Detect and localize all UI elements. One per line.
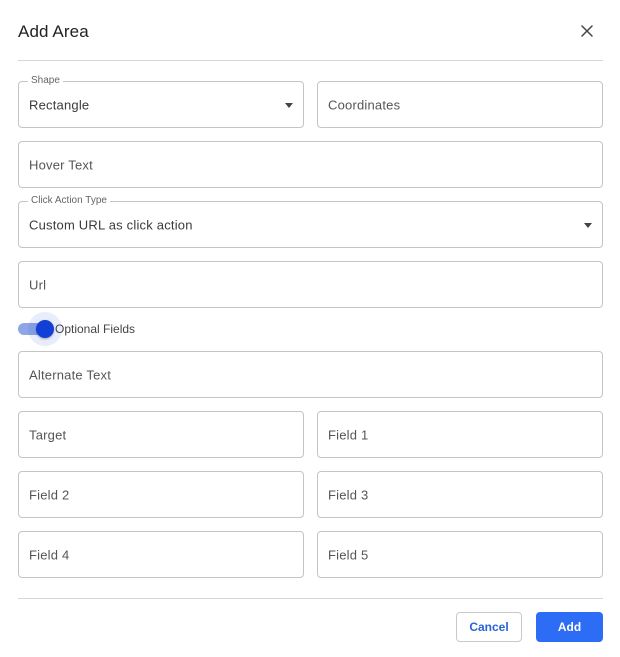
alternate-text-placeholder: Alternate Text	[29, 367, 112, 382]
shape-label: Shape	[28, 75, 63, 87]
dropdown-arrow-icon	[285, 102, 293, 108]
optional-fields-label: Optional Fields	[55, 322, 136, 336]
field-4-placeholder: Field 4	[29, 547, 70, 562]
url-placeholder: Url	[29, 277, 47, 292]
footer-divider	[18, 598, 603, 599]
field-2-input[interactable]: Field 2	[18, 471, 304, 518]
close-icon	[581, 25, 593, 37]
field-5-input[interactable]: Field 5	[317, 531, 603, 578]
field-4-input[interactable]: Field 4	[18, 531, 304, 578]
hover-text-input[interactable]: Hover Text	[18, 141, 603, 188]
header-divider	[18, 60, 603, 61]
cancel-button[interactable]: Cancel	[456, 612, 522, 642]
click-action-type-select[interactable]: Click Action Type Custom URL as click ac…	[18, 195, 603, 248]
target-placeholder: Target	[29, 427, 67, 442]
coordinates-placeholder: Coordinates	[328, 97, 401, 112]
click-action-type-value: Custom URL as click action	[29, 217, 193, 232]
dialog-title: Add Area	[18, 22, 89, 41]
field-3-placeholder: Field 3	[328, 487, 369, 502]
url-input[interactable]: Url	[18, 261, 603, 308]
field-2-placeholder: Field 2	[29, 487, 70, 502]
hover-text-placeholder: Hover Text	[29, 157, 93, 172]
coordinates-input[interactable]: Coordinates	[317, 81, 603, 128]
shape-value: Rectangle	[29, 97, 90, 112]
field-5-placeholder: Field 5	[328, 547, 369, 562]
shape-select[interactable]: Shape Rectangle	[18, 75, 304, 128]
optional-fields-toggle-row: Optional Fields	[18, 312, 218, 346]
alternate-text-input[interactable]: Alternate Text	[18, 351, 603, 398]
optional-fields-toggle[interactable]	[36, 320, 54, 338]
close-button[interactable]	[576, 20, 598, 42]
field-1-placeholder: Field 1	[328, 427, 369, 442]
add-area-dialog: Add Area Shape Rectangle Coordinates Hov…	[0, 0, 620, 657]
target-input[interactable]: Target	[18, 411, 304, 458]
click-action-type-label: Click Action Type	[28, 195, 110, 207]
field-3-input[interactable]: Field 3	[317, 471, 603, 518]
dropdown-arrow-icon	[584, 222, 592, 228]
add-button[interactable]: Add	[536, 612, 603, 642]
field-1-input[interactable]: Field 1	[317, 411, 603, 458]
